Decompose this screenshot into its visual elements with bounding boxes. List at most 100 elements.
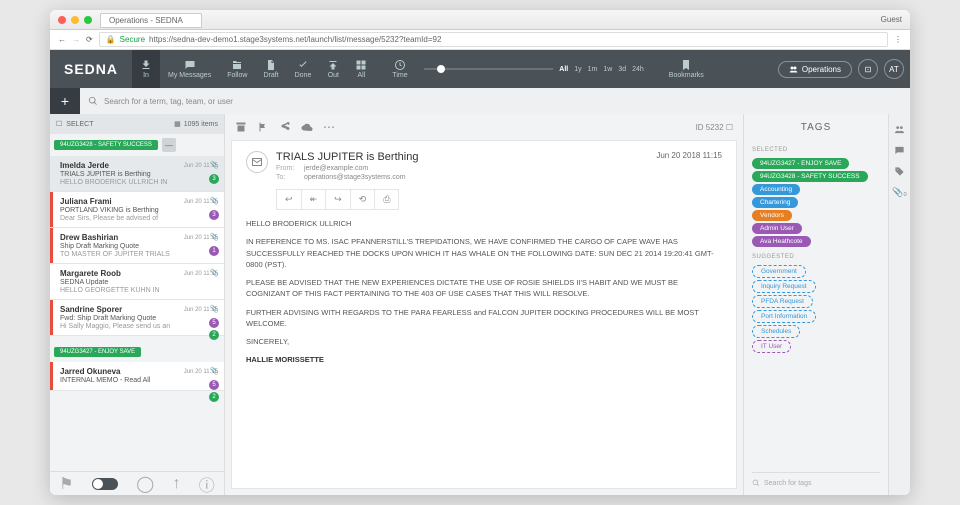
share-icon[interactable] — [279, 121, 291, 133]
nav-group: In My Messages Follow Draft Done Out All — [132, 50, 375, 88]
toggle[interactable] — [92, 478, 118, 490]
nav-all[interactable]: All — [347, 50, 375, 88]
nav-in[interactable]: In — [132, 50, 160, 88]
tag-chip[interactable]: Inquiry Request — [752, 280, 816, 293]
people-icon[interactable] — [894, 124, 905, 135]
refresh-icon[interactable]: ⟲ — [351, 190, 376, 209]
nav-bookmarks[interactable]: Bookmarks — [661, 59, 712, 79]
back-icon[interactable]: ← — [58, 35, 66, 44]
avatar[interactable]: AT — [884, 59, 904, 79]
tl-1m[interactable]: 1m — [588, 66, 598, 73]
compose-button[interactable]: + — [50, 88, 80, 114]
select-label: SELECT — [66, 121, 93, 128]
side-rail: 📎₀ — [888, 114, 910, 495]
message-list-column: ☐ SELECT ▦1095 items 94UZG3428 - SAFETY … — [50, 114, 225, 495]
list-tag-header: 94UZG3428 - SAFETY SUCCESS — — [50, 134, 224, 156]
attach-icon[interactable]: 📎₀ — [892, 187, 907, 198]
list-item[interactable]: Sandrine SporerJun 20 11:15Fwd: Ship Dra… — [50, 300, 224, 336]
print-icon[interactable]: ⎙ — [375, 190, 398, 209]
message-actions: ↩ ↞ ↪ ⟲ ⎙ — [276, 189, 399, 210]
top-nav: SEDNA In My Messages Follow Draft Done O… — [50, 50, 910, 88]
clip-icon: 📎 — [210, 197, 219, 205]
tag-chip[interactable]: Admin User — [752, 223, 802, 234]
url-input[interactable]: 🔒 Secure https://sedna-dev-demo1.stage3s… — [99, 32, 888, 47]
tag-chip[interactable]: Ava Heathcote — [752, 236, 811, 247]
message-column: ⋯ ID 5232 ☐ TRIALS JUPITER is Berthing F… — [225, 114, 743, 495]
tag-chip[interactable]: Port Information — [752, 310, 816, 323]
message-body: TRIALS JUPITER is Berthing From: jerde@e… — [231, 140, 737, 489]
tag-icon[interactable] — [894, 166, 905, 177]
main: ☐ SELECT ▦1095 items 94UZG3428 - SAFETY … — [50, 114, 910, 495]
tl-all[interactable]: All — [559, 66, 568, 73]
nav-done[interactable]: Done — [287, 50, 320, 88]
clip-icon: 📎 — [210, 269, 219, 277]
cloud-icon[interactable] — [301, 121, 313, 133]
count-badge: 3 — [209, 210, 219, 220]
url-text: https://sedna-dev-demo1.stage3systems.ne… — [149, 35, 441, 44]
menu-icon[interactable]: ⋮ — [894, 35, 902, 44]
tag-chip[interactable]: Schedules — [752, 325, 800, 338]
tag-chip[interactable]: 94UZG3427 - ENJOY SAVE — [752, 158, 849, 169]
tag-chip[interactable]: Chartering — [752, 197, 798, 208]
tag-chip[interactable]: IT User — [752, 340, 791, 353]
tag-chip[interactable]: Accounting — [752, 184, 800, 195]
to-value: operations@stage3systems.com — [304, 174, 406, 181]
nav-draft[interactable]: Draft — [255, 50, 286, 88]
tl-1w[interactable]: 1w — [603, 66, 612, 73]
guest-label: Guest — [881, 15, 902, 24]
titlebar: Operations - SEDNA Guest — [50, 10, 910, 30]
close-icon[interactable] — [58, 16, 66, 24]
browser-tab[interactable]: Operations - SEDNA — [100, 13, 202, 28]
reply-icon[interactable]: ↩ — [277, 190, 302, 209]
timeline[interactable]: All 1y 1m 1w 3d 24h — [416, 66, 652, 73]
nav-out[interactable]: Out — [319, 50, 347, 88]
nav-follow[interactable]: Follow — [219, 50, 255, 88]
chat-icon[interactable] — [894, 145, 905, 156]
maximize-icon[interactable] — [84, 16, 92, 24]
reply-all-icon[interactable]: ↞ — [302, 190, 327, 209]
minimize-icon[interactable] — [71, 16, 79, 24]
count-badge: 2 — [209, 330, 219, 340]
tag-collapse[interactable]: — — [162, 138, 176, 152]
archive-icon[interactable] — [235, 121, 247, 133]
tag-chip[interactable]: Government — [752, 265, 806, 278]
count-badge: 1 — [209, 246, 219, 256]
tl-1y[interactable]: 1y — [574, 66, 581, 73]
address-bar: ← → ⟳ 🔒 Secure https://sedna-dev-demo1.s… — [50, 30, 910, 50]
operations-button[interactable]: Operations — [778, 61, 852, 78]
envelope-icon — [246, 151, 268, 173]
nav-my-messages[interactable]: My Messages — [160, 50, 219, 88]
reload-icon[interactable]: ⟳ — [86, 35, 93, 44]
list-item[interactable]: Drew BashirianJun 20 11:15Ship Draft Mar… — [50, 228, 224, 264]
nav-time[interactable]: Time — [384, 59, 415, 79]
tl-24h[interactable]: 24h — [632, 66, 644, 73]
item-count: ▦1095 items — [174, 120, 218, 128]
tag-chip[interactable]: 94UZG3428 - SAFETY SUCCESS — [752, 171, 868, 182]
forward-icon[interactable]: ↪ — [326, 190, 351, 209]
list-mid-tag[interactable]: 94UZG3427 - ENJOY SAVE — [54, 347, 141, 357]
tag-search[interactable]: Search for tags — [752, 472, 880, 487]
list-item[interactable]: Jarred OkunevaJun 20 11:15INTERNAL MEMO … — [50, 362, 224, 391]
forward-icon[interactable]: → — [72, 35, 80, 44]
list-header: ☐ SELECT ▦1095 items — [50, 114, 224, 134]
help-button[interactable]: ⊡ — [858, 59, 878, 79]
flag-icon[interactable] — [257, 121, 269, 133]
flag-icon[interactable]: ⚑ — [59, 474, 73, 494]
selected-label: SELECTED — [752, 147, 880, 153]
list-item[interactable]: Juliana FramiJun 20 11:15PORTLAND VIKING… — [50, 192, 224, 228]
tag-chip[interactable]: PFDA Request — [752, 295, 813, 308]
checkbox-icon[interactable]: ☐ — [56, 120, 62, 128]
timeline-handle[interactable] — [437, 65, 445, 73]
search-bar[interactable]: Search for a term, tag, team, or user — [80, 96, 910, 106]
up-icon[interactable]: ↑ — [172, 475, 180, 493]
count-badge: 3 — [209, 174, 219, 184]
tl-3d[interactable]: 3d — [618, 66, 626, 73]
from-value: jerde@example.com — [304, 165, 368, 172]
more-icon[interactable]: ⋯ — [323, 120, 335, 134]
list-top-tag[interactable]: 94UZG3428 - SAFETY SUCCESS — [54, 140, 158, 150]
list-item[interactable]: Imelda JerdeJun 20 11:15TRIALS JUPITER i… — [50, 156, 224, 192]
info-icon[interactable]: ⓘ — [199, 472, 215, 496]
tag-chip[interactable]: Vendors — [752, 210, 792, 221]
list-item[interactable]: Margarete RoobJun 20 11:15SEDNA UpdateHE… — [50, 264, 224, 300]
circle-icon[interactable]: ◯ — [136, 474, 154, 494]
